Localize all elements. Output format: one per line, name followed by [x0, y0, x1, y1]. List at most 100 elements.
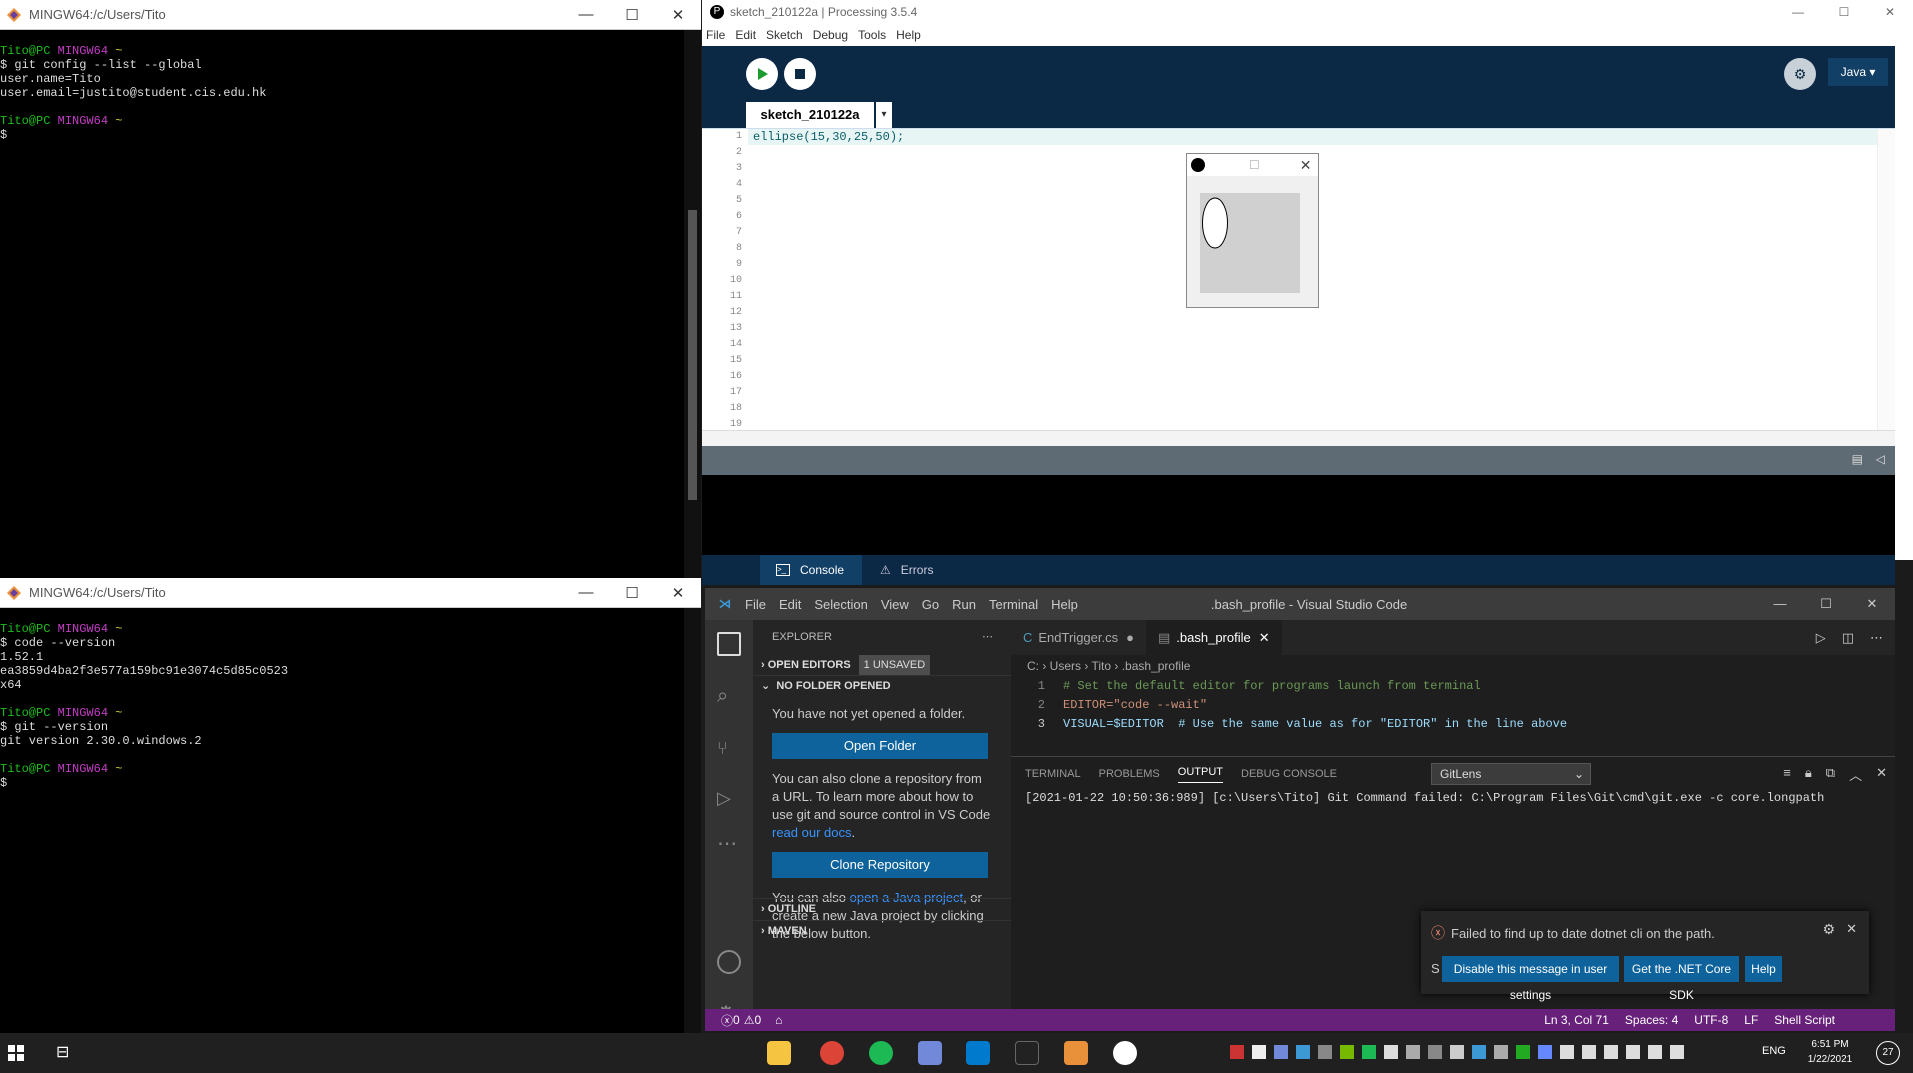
- help-button[interactable]: Help: [1745, 956, 1782, 982]
- lock-icon[interactable]: 🔒︎: [1805, 765, 1812, 784]
- scrollbar[interactable]: [684, 608, 701, 1033]
- maximize-icon[interactable]: ☐: [1821, 5, 1867, 19]
- tray-icon[interactable]: [1318, 1045, 1332, 1059]
- tray-icon[interactable]: [1516, 1045, 1530, 1059]
- open-folder-button[interactable]: Open Folder: [772, 733, 988, 759]
- menu-item-file[interactable]: File: [745, 597, 766, 612]
- windows-start-icon[interactable]: [8, 1045, 24, 1061]
- code-line[interactable]: ellipse(15,30,25,50);: [753, 129, 904, 145]
- terminal-window-bottom[interactable]: MINGW64:/c/Users/Tito — ☐ ✕ Tito@PC MING…: [0, 578, 701, 1033]
- open-editors-section[interactable]: › OPEN EDITORS 1 UNSAVED: [753, 655, 1011, 675]
- breadcrumb-item[interactable]: Tito: [1091, 659, 1111, 673]
- spotify-icon[interactable]: [869, 1041, 893, 1065]
- clone-repository-button[interactable]: Clone Repository: [772, 852, 988, 878]
- unsaved-dot-icon[interactable]: ●: [1126, 630, 1134, 645]
- warning-count-icon[interactable]: ⚠: [744, 1013, 755, 1027]
- tray-icon[interactable]: [1252, 1045, 1266, 1059]
- tray-icon[interactable]: [1450, 1045, 1464, 1059]
- code-line[interactable]: 3 VISUAL=$EDITOR # Use the same value as …: [1011, 715, 1895, 734]
- system-tray-icons[interactable]: [1230, 1045, 1750, 1061]
- close-tab-icon[interactable]: ✕: [1259, 630, 1270, 646]
- status-item[interactable]: Ln 3, Col 71: [1544, 1013, 1609, 1027]
- scrollbar-thumb[interactable]: [688, 210, 697, 500]
- clipboard-icon[interactable]: ▤: [1852, 452, 1863, 466]
- tray-icon[interactable]: [1626, 1045, 1640, 1059]
- mode-selector[interactable]: Java ▾: [1828, 58, 1888, 86]
- processing-titlebar[interactable]: P sketch_210122a | Processing 3.5.4 — ☐ …: [702, 0, 1913, 24]
- tray-icon[interactable]: [1648, 1045, 1662, 1059]
- close-icon[interactable]: ✕: [655, 584, 701, 602]
- tray-icon[interactable]: [1670, 1045, 1684, 1059]
- explorer-icon[interactable]: [717, 632, 741, 656]
- tab-bash-profile[interactable]: ▤ .bash_profile ✕: [1145, 620, 1282, 655]
- tray-icon[interactable]: [1604, 1045, 1618, 1059]
- disable-message-button[interactable]: Disable this message in user settings: [1442, 956, 1619, 1002]
- status-item[interactable]: LF: [1744, 1013, 1758, 1027]
- menu-item-help[interactable]: Help: [896, 28, 921, 42]
- terminal-titlebar[interactable]: MINGW64:/c/Users/Tito — ☐ ✕: [0, 578, 701, 608]
- more-icon[interactable]: ⋯: [717, 832, 741, 856]
- menu-item-tools[interactable]: Tools: [858, 28, 886, 42]
- maximize-icon[interactable]: ☐: [1249, 158, 1260, 172]
- minimize-icon[interactable]: —: [563, 584, 609, 602]
- tray-icon[interactable]: [1428, 1045, 1442, 1059]
- menu-item-selection[interactable]: Selection: [814, 597, 867, 612]
- close-icon[interactable]: ✕: [1849, 596, 1895, 612]
- tray-icon[interactable]: [1582, 1045, 1596, 1059]
- maximize-icon[interactable]: ☐: [609, 6, 655, 24]
- maximize-icon[interactable]: ☐: [1803, 596, 1849, 612]
- sketch-output-window[interactable]: ☐ ✕: [1186, 153, 1319, 308]
- source-control-icon[interactable]: ⑂: [717, 736, 741, 760]
- git-bash-taskbar-icon[interactable]: [1064, 1041, 1088, 1065]
- search-icon[interactable]: ⌕: [717, 684, 741, 708]
- breadcrumb-item[interactable]: C:: [1027, 659, 1039, 673]
- tray-icon[interactable]: [1494, 1045, 1508, 1059]
- debugger-button[interactable]: ⚙: [1784, 58, 1816, 90]
- code-line[interactable]: 1 # Set the default editor for programs l…: [1011, 677, 1895, 696]
- clock[interactable]: 6:51 PM 1/22/2021: [1800, 1037, 1860, 1067]
- scrollbar[interactable]: [684, 30, 701, 578]
- file-explorer-icon[interactable]: [767, 1041, 791, 1065]
- menu-item-edit[interactable]: Edit: [779, 597, 801, 612]
- terminal-output[interactable]: Tito@PC MINGW64 ~ $ git config --list --g…: [0, 30, 684, 578]
- code-editor[interactable]: 1 # Set the default editor for programs l…: [1011, 677, 1895, 755]
- tray-icon[interactable]: [1296, 1045, 1310, 1059]
- menu-item-edit[interactable]: Edit: [735, 28, 756, 42]
- language-indicator[interactable]: ENG: [1762, 1045, 1786, 1057]
- terminal-titlebar[interactable]: MINGW64:/c/Users/Tito — ☐ ✕: [0, 0, 701, 30]
- status-item[interactable]: Shell Script: [1774, 1013, 1835, 1027]
- no-folder-section[interactable]: ⌄ NO FOLDER OPENED: [753, 675, 1011, 695]
- gear-icon[interactable]: ⚙: [1822, 921, 1835, 938]
- close-icon[interactable]: ✕: [1867, 5, 1913, 19]
- get-dotnet-sdk-button[interactable]: Get the .NET Core SDK: [1624, 956, 1739, 1002]
- close-icon[interactable]: ✕: [1300, 157, 1312, 174]
- menu-item-go[interactable]: Go: [922, 597, 939, 612]
- tray-icon[interactable]: [1274, 1045, 1288, 1059]
- minimize-icon[interactable]: —: [1775, 5, 1821, 19]
- menu-item-help[interactable]: Help: [1051, 597, 1078, 612]
- run-button[interactable]: [746, 58, 778, 90]
- run-debug-icon[interactable]: ▷: [717, 786, 741, 810]
- outline-section[interactable]: › OUTLINE: [753, 898, 1011, 918]
- task-view-icon[interactable]: ⊟: [56, 1042, 69, 1062]
- processing-taskbar-icon[interactable]: [1015, 1041, 1039, 1065]
- close-icon[interactable]: ✕: [655, 6, 701, 24]
- account-icon[interactable]: [717, 950, 741, 974]
- run-icon[interactable]: ▷: [1816, 630, 1826, 646]
- tray-icon[interactable]: [1362, 1045, 1376, 1059]
- split-editor-icon[interactable]: ◫: [1842, 630, 1854, 646]
- tray-icon[interactable]: [1472, 1045, 1486, 1059]
- horizontal-scrollbar[interactable]: [702, 430, 1895, 446]
- close-icon[interactable]: ✕: [1846, 921, 1857, 937]
- maven-section[interactable]: › MAVEN: [753, 920, 1011, 940]
- discord-icon[interactable]: [918, 1041, 942, 1065]
- tab-endtrigger[interactable]: C EndTrigger.cs ●: [1011, 620, 1146, 655]
- chrome-icon[interactable]: [820, 1041, 844, 1065]
- status-item[interactable]: Spaces: 4: [1625, 1013, 1678, 1027]
- tab-menu-icon[interactable]: ▾: [876, 102, 892, 128]
- errors-tab[interactable]: ⚠ Errors: [862, 563, 933, 577]
- tray-icon[interactable]: [1384, 1045, 1398, 1059]
- menu-item-view[interactable]: View: [881, 597, 909, 612]
- breadcrumb-item[interactable]: Users: [1050, 659, 1081, 673]
- collapse-console-icon[interactable]: ◁: [1876, 452, 1885, 466]
